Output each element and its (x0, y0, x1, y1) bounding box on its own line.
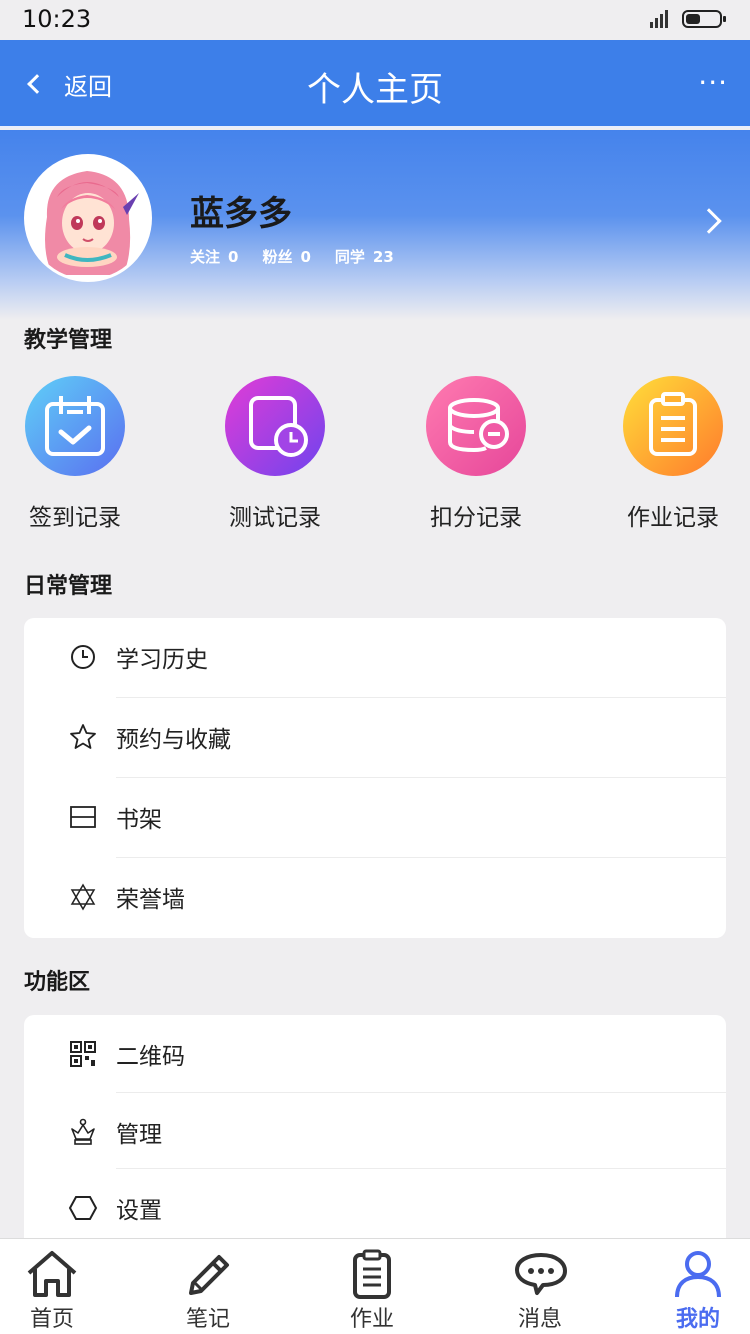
clock-icon (71, 645, 95, 669)
home-icon (27, 1251, 77, 1297)
hexagon-icon (68, 1196, 98, 1220)
tab-home[interactable]: 首页 (2, 1249, 102, 1333)
stat-followers[interactable]: 粉丝 0 (262, 246, 310, 267)
qr-code-icon (70, 1041, 96, 1067)
tab-notes[interactable]: 笔记 (158, 1249, 258, 1333)
section-title-daily: 日常管理 (24, 574, 113, 599)
teach-label: 签到记录 (29, 505, 121, 531)
clipboard-icon (353, 1249, 391, 1299)
profile-header: 蓝多多 关注 0 粉丝 0 同学 23 (0, 130, 750, 320)
stat-classmates[interactable]: 同学 23 (335, 246, 394, 267)
calendar-check-icon (45, 396, 105, 456)
battery-icon (682, 10, 726, 28)
list-item-honor-wall[interactable]: 荣誉墙 (24, 858, 726, 938)
tab-me[interactable]: 我的 (648, 1249, 748, 1333)
list-item-favorites[interactable]: 预约与收藏 (24, 698, 726, 778)
chat-icon (515, 1253, 567, 1295)
timer-file-icon (249, 396, 308, 457)
list-item-qr-code[interactable]: 二维码 (24, 1015, 726, 1093)
nav-bar: 返回 个人主页 ··· (0, 40, 750, 128)
list-item-settings[interactable]: 设置 (24, 1169, 726, 1245)
tab-homework[interactable]: 作业 (322, 1249, 422, 1333)
crown-icon (71, 1118, 95, 1145)
avatar[interactable] (24, 154, 152, 282)
hexagram-icon (70, 883, 96, 911)
more-button[interactable]: ··· (698, 66, 728, 99)
clipboard-icon (649, 392, 697, 456)
profile-stats: 关注 0 粉丝 0 同学 23 (190, 246, 394, 267)
signal-icon (650, 10, 668, 28)
bookshelf-icon (70, 806, 96, 828)
teach-label: 测试记录 (229, 505, 321, 531)
list-item-history[interactable]: 学习历史 (24, 618, 726, 698)
tab-messages[interactable]: 消息 (490, 1249, 590, 1333)
daily-card: 学习历史 预约与收藏 书架 荣誉墙 (24, 618, 726, 938)
pencil-icon (189, 1255, 229, 1295)
star-icon (70, 724, 96, 749)
user-icon (675, 1251, 721, 1298)
profile-name: 蓝多多 (190, 194, 292, 234)
page-title: 个人主页 (307, 70, 443, 110)
teach-label: 扣分记录 (430, 505, 522, 531)
list-item-bookshelf[interactable]: 书架 (24, 778, 726, 858)
teach-item-deduction[interactable]: 扣分记录 (401, 376, 551, 532)
section-title-teaching: 教学管理 (24, 328, 113, 353)
teach-label: 作业记录 (627, 505, 719, 531)
status-time: 10:23 (22, 5, 92, 33)
list-item-manage[interactable]: 管理 (24, 1093, 726, 1169)
tab-bar: 首页 笔记 作业 消息 我的 (0, 1238, 750, 1334)
stat-following[interactable]: 关注 0 (190, 246, 238, 267)
teach-item-checkin[interactable]: 签到记录 (0, 376, 150, 532)
section-title-functions: 功能区 (24, 970, 91, 995)
teach-item-homework[interactable]: 作业记录 (598, 376, 748, 532)
functions-card: 二维码 管理 设置 (24, 1015, 726, 1255)
database-minus-icon (448, 398, 509, 453)
chevron-right-icon[interactable] (696, 208, 722, 234)
status-bar: 10:23 (0, 0, 750, 40)
teach-item-test[interactable]: 测试记录 (200, 376, 350, 532)
